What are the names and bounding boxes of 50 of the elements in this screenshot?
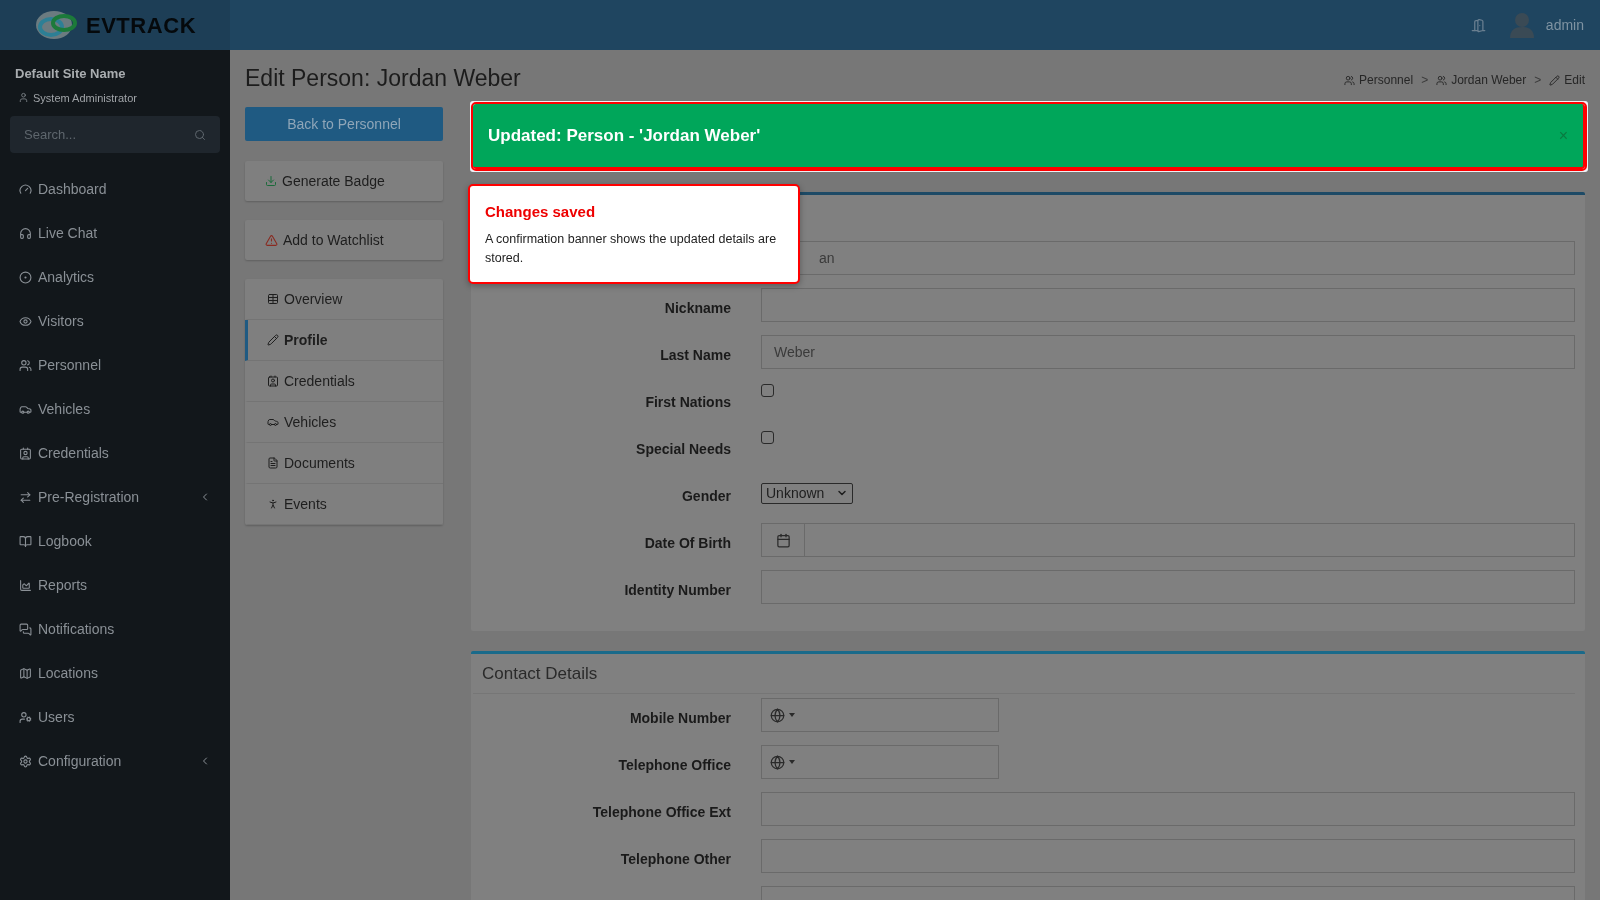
search-field[interactable]: Search... [10, 116, 220, 153]
field-label: First Nations [645, 394, 731, 410]
sidebar-item[interactable]: Pre-Registration [0, 475, 230, 519]
breadcrumb-link[interactable]: Jordan Weber [1451, 71, 1527, 89]
field-label: Telephone Other [620, 851, 731, 867]
field-label: Last Name [660, 347, 731, 363]
sidebar-item[interactable]: Visitors [0, 299, 230, 343]
nav-tab[interactable]: Vehicles [245, 402, 443, 443]
nav-tab[interactable]: Credentials [245, 361, 443, 402]
logo-text: EVTRACK [85, 11, 197, 40]
sidebar-item[interactable]: Vehicles [0, 387, 230, 431]
field-label: Mobile Number [629, 710, 731, 726]
site-name: Default Site Name [15, 65, 127, 83]
field-label: Nickname [664, 300, 731, 316]
back-button[interactable]: Back to Personnel [245, 107, 443, 141]
sidebar-item[interactable]: Analytics [0, 255, 230, 299]
nav-tab[interactable]: Overview [245, 279, 443, 320]
field-label: Special Needs [636, 441, 731, 457]
card-title: Contact Details [482, 662, 598, 685]
field-label: Telephone Office Ext [592, 804, 731, 820]
sidebar-item[interactable]: Live Chat [0, 211, 230, 255]
sidebar-item[interactable]: Configuration [0, 739, 230, 783]
sidebar-item[interactable]: Dashboard [0, 167, 230, 211]
field-label: Identity Number [624, 582, 731, 598]
field-label: Gender [682, 488, 731, 504]
breadcrumb-link[interactable]: Personnel [1359, 71, 1414, 89]
nav-tab[interactable]: Events [245, 484, 443, 525]
role-text: System Administrator [33, 90, 137, 106]
sidebar-item[interactable]: Locations [0, 651, 230, 695]
generate-badge-button[interactable]: Generate Badge [245, 161, 443, 201]
sidebar-item[interactable]: Notifications [0, 607, 230, 651]
field-label: Telephone Office [618, 757, 731, 773]
sidebar-item[interactable]: Personnel [0, 343, 230, 387]
input-field[interactable]: Weber [761, 335, 1575, 369]
watchlist-button[interactable]: Add to Watchlist [245, 220, 443, 260]
field-label: Date Of Birth [644, 535, 731, 551]
gender-select[interactable]: Unknown [761, 482, 854, 504]
page-title: Edit Person: Jordan Weber [245, 63, 521, 93]
nav-tab[interactable]: Profile [245, 320, 443, 361]
nav-tab[interactable]: Documents [245, 443, 443, 484]
breadcrumb-separator: > [1534, 72, 1542, 89]
username[interactable]: admin [1545, 14, 1584, 36]
breadcrumb-link[interactable]: Edit [1564, 71, 1585, 89]
banner-text: Updated: Person - 'Jordan Weber' [488, 124, 761, 147]
sidebar-item[interactable]: Reports [0, 563, 230, 607]
sidebar-item[interactable]: Users [0, 695, 230, 739]
callout-title: Changes saved [485, 202, 597, 222]
sidebar-item[interactable]: Credentials [0, 431, 230, 475]
sidebar-item[interactable]: Logbook [0, 519, 230, 563]
breadcrumb-separator: > [1421, 72, 1429, 89]
